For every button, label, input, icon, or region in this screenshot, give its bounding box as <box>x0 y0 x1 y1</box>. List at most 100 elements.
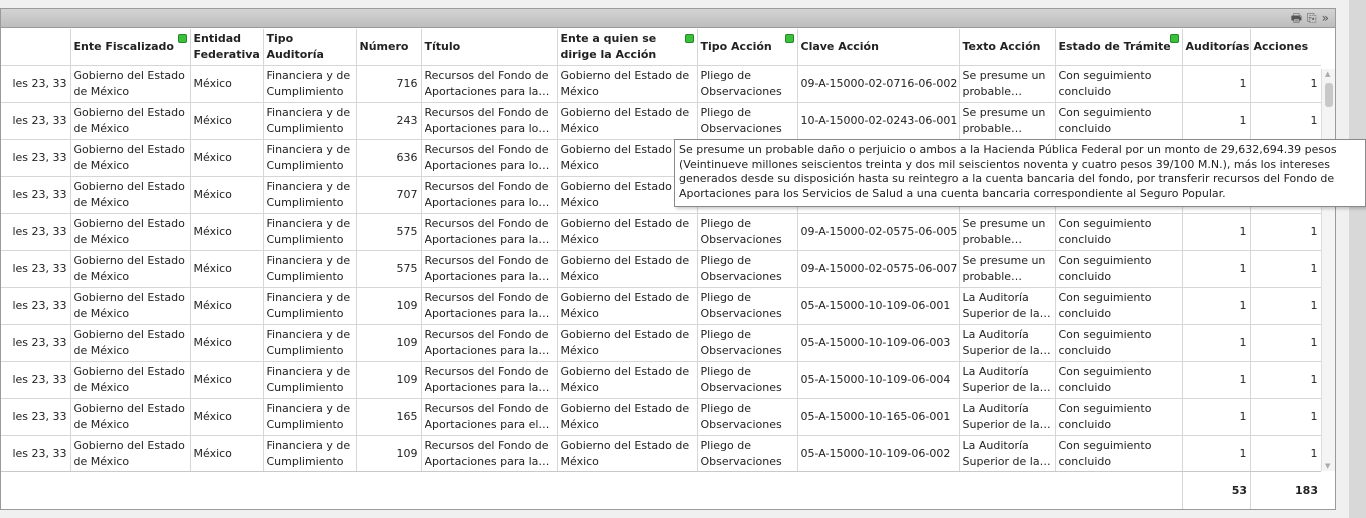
cell-estado[interactable]: Con seguimiento concluido <box>1055 435 1183 471</box>
cell-ente[interactable]: Gobierno del Estado de México <box>70 287 191 325</box>
cell-auditorias[interactable]: 1 <box>1182 213 1251 251</box>
cell-entidad[interactable]: México <box>190 324 264 362</box>
selection-indicator-icon[interactable] <box>784 34 794 43</box>
cell-entidad[interactable]: México <box>190 102 264 140</box>
cell-tipo[interactable]: Financiera y de Cumplimiento <box>263 287 357 325</box>
column-header-acciones[interactable]: Acciones <box>1250 29 1321 66</box>
table-row[interactable]: les 23, 33 Gobierno del Estado de México M… <box>1 324 1321 362</box>
cell-auditorias[interactable]: 1 <box>1182 398 1251 436</box>
cell-titulo[interactable]: Recursos del Fondo de Aportaciones para … <box>421 65 558 103</box>
cell-numero[interactable]: 109 <box>356 287 422 325</box>
cell-estado[interactable]: Con seguimiento concluido <box>1055 287 1183 325</box>
cell-c0[interactable]: les 23, 33 <box>1 139 71 177</box>
cell-ente[interactable]: Gobierno del Estado de México <box>70 398 191 436</box>
column-header-entidad[interactable]: Entidad Federativa <box>190 29 264 66</box>
cell-auditorias[interactable]: 1 <box>1182 102 1251 140</box>
cell-c0[interactable]: les 23, 33 <box>1 176 71 214</box>
cell-ente[interactable]: Gobierno del Estado de México <box>70 435 191 471</box>
vertical-scrollbar[interactable]: ▲ ▼ <box>1321 69 1335 471</box>
table-row[interactable]: les 23, 33 Gobierno del Estado de México M… <box>1 213 1321 251</box>
cell-entidad[interactable]: México <box>190 65 264 103</box>
cell-estado[interactable]: Con seguimiento concluido <box>1055 324 1183 362</box>
cell-numero[interactable]: 109 <box>356 324 422 362</box>
cell-clave[interactable]: 09-A-15000-02-0716-06-002 <box>797 65 960 103</box>
cell-acciones[interactable]: 1 <box>1250 102 1321 140</box>
cell-estado[interactable]: Con seguimiento concluido <box>1055 65 1183 103</box>
cell-dirige[interactable]: Gobierno del Estado de México <box>557 65 698 103</box>
cell-tipoaccion[interactable]: Pliego de Observaciones <box>697 65 798 103</box>
column-header-tipoaccion[interactable]: Tipo Acción <box>697 29 798 66</box>
column-header-numero[interactable]: Número <box>356 29 422 66</box>
column-header-texto[interactable]: Texto Acción <box>959 29 1056 66</box>
cell-tipoaccion[interactable]: Pliego de Observaciones <box>697 102 798 140</box>
table-row[interactable]: les 23, 33 Gobierno del Estado de México M… <box>1 361 1321 399</box>
cell-ente[interactable]: Gobierno del Estado de México <box>70 176 191 214</box>
cell-estado[interactable]: Con seguimiento concluido <box>1055 213 1183 251</box>
cell-entidad[interactable]: México <box>190 398 264 436</box>
cell-acciones[interactable]: 1 <box>1250 287 1321 325</box>
cell-tipoaccion[interactable]: Pliego de Observaciones <box>697 287 798 325</box>
table-row[interactable]: les 23, 33 Gobierno del Estado de México M… <box>1 250 1321 288</box>
cell-numero[interactable]: 165 <box>356 398 422 436</box>
print-icon[interactable]: 🖶 <box>1291 10 1302 26</box>
cell-titulo[interactable]: Recursos del Fondo de Aportaciones para … <box>421 102 558 140</box>
cell-acciones[interactable]: 1 <box>1250 213 1321 251</box>
cell-titulo[interactable]: Recursos del Fondo de Aportaciones para … <box>421 435 558 471</box>
cell-entidad[interactable]: México <box>190 435 264 471</box>
cell-clave[interactable]: 10-A-15000-02-0243-06-001 <box>797 102 960 140</box>
cell-titulo[interactable]: Recursos del Fondo de Aportaciones para … <box>421 324 558 362</box>
page-scrollbar[interactable] <box>1349 0 1366 518</box>
cell-clave[interactable]: 09-A-15000-02-0575-06-007 <box>797 250 960 288</box>
cell-acciones[interactable]: 1 <box>1250 324 1321 362</box>
cell-entidad[interactable]: México <box>190 139 264 177</box>
cell-numero[interactable]: 109 <box>356 361 422 399</box>
cell-c0[interactable]: les 23, 33 <box>1 65 71 103</box>
cell-dirige[interactable]: Gobierno del Estado de México <box>557 250 698 288</box>
cell-texto[interactable]: La Auditoría Superior de la ... <box>959 398 1056 436</box>
column-header-tipo[interactable]: Tipo Auditoría <box>263 29 357 66</box>
cell-texto[interactable]: Se presume un probable daño... <box>959 250 1056 288</box>
cell-numero[interactable]: 707 <box>356 176 422 214</box>
cell-entidad[interactable]: México <box>190 213 264 251</box>
cell-ente[interactable]: Gobierno del Estado de México <box>70 139 191 177</box>
cell-c0[interactable]: les 23, 33 <box>1 213 71 251</box>
cell-ente[interactable]: Gobierno del Estado de México <box>70 65 191 103</box>
column-header-estado[interactable]: Estado de Trámite <box>1055 29 1183 66</box>
cell-estado[interactable]: Con seguimiento concluido <box>1055 361 1183 399</box>
cell-titulo[interactable]: Recursos del Fondo de Aportaciones para … <box>421 361 558 399</box>
cell-dirige[interactable]: Gobierno del Estado de México <box>557 435 698 471</box>
cell-numero[interactable]: 109 <box>356 435 422 471</box>
column-header-clave[interactable]: Clave Acción <box>797 29 960 66</box>
cell-acciones[interactable]: 1 <box>1250 65 1321 103</box>
cell-texto[interactable]: La Auditoría Superior de la ... <box>959 361 1056 399</box>
cell-numero[interactable]: 575 <box>356 250 422 288</box>
column-header-ente[interactable]: Ente Fiscalizado <box>70 29 191 66</box>
cell-clave[interactable]: 05-A-15000-10-109-06-004 <box>797 361 960 399</box>
selection-indicator-icon[interactable] <box>1169 34 1179 43</box>
selection-indicator-icon[interactable] <box>684 34 694 43</box>
cell-clave[interactable]: 09-A-15000-02-0575-06-005 <box>797 213 960 251</box>
cell-tipoaccion[interactable]: Pliego de Observaciones <box>697 213 798 251</box>
column-header-c0[interactable] <box>1 29 71 66</box>
cell-numero[interactable]: 716 <box>356 65 422 103</box>
selection-indicator-icon[interactable] <box>177 34 187 43</box>
cell-numero[interactable]: 575 <box>356 213 422 251</box>
cell-clave[interactable]: 05-A-15000-10-165-06-001 <box>797 398 960 436</box>
cell-tipo[interactable]: Financiera y de Cumplimiento <box>263 250 357 288</box>
cell-tipo[interactable]: Financiera y de Cumplimiento <box>263 65 357 103</box>
cell-auditorias[interactable]: 1 <box>1182 435 1251 471</box>
cell-dirige[interactable]: Gobierno del Estado de México <box>557 287 698 325</box>
cell-ente[interactable]: Gobierno del Estado de México <box>70 324 191 362</box>
cell-c0[interactable]: les 23, 33 <box>1 102 71 140</box>
cell-texto[interactable]: La Auditoría Superior de la ... <box>959 324 1056 362</box>
cell-tipo[interactable]: Financiera y de Cumplimiento <box>263 176 357 214</box>
cell-tipo[interactable]: Financiera y de Cumplimiento <box>263 324 357 362</box>
cell-tipoaccion[interactable]: Pliego de Observaciones <box>697 361 798 399</box>
cell-tipo[interactable]: Financiera y de Cumplimiento <box>263 398 357 436</box>
cell-titulo[interactable]: Recursos del Fondo de Aportaciones para … <box>421 287 558 325</box>
cell-texto[interactable]: La Auditoría Superior de la ... <box>959 287 1056 325</box>
cell-clave[interactable]: 05-A-15000-10-109-06-001 <box>797 287 960 325</box>
cell-clave[interactable]: 05-A-15000-10-109-06-002 <box>797 435 960 471</box>
cell-acciones[interactable]: 1 <box>1250 435 1321 471</box>
cell-ente[interactable]: Gobierno del Estado de México <box>70 250 191 288</box>
